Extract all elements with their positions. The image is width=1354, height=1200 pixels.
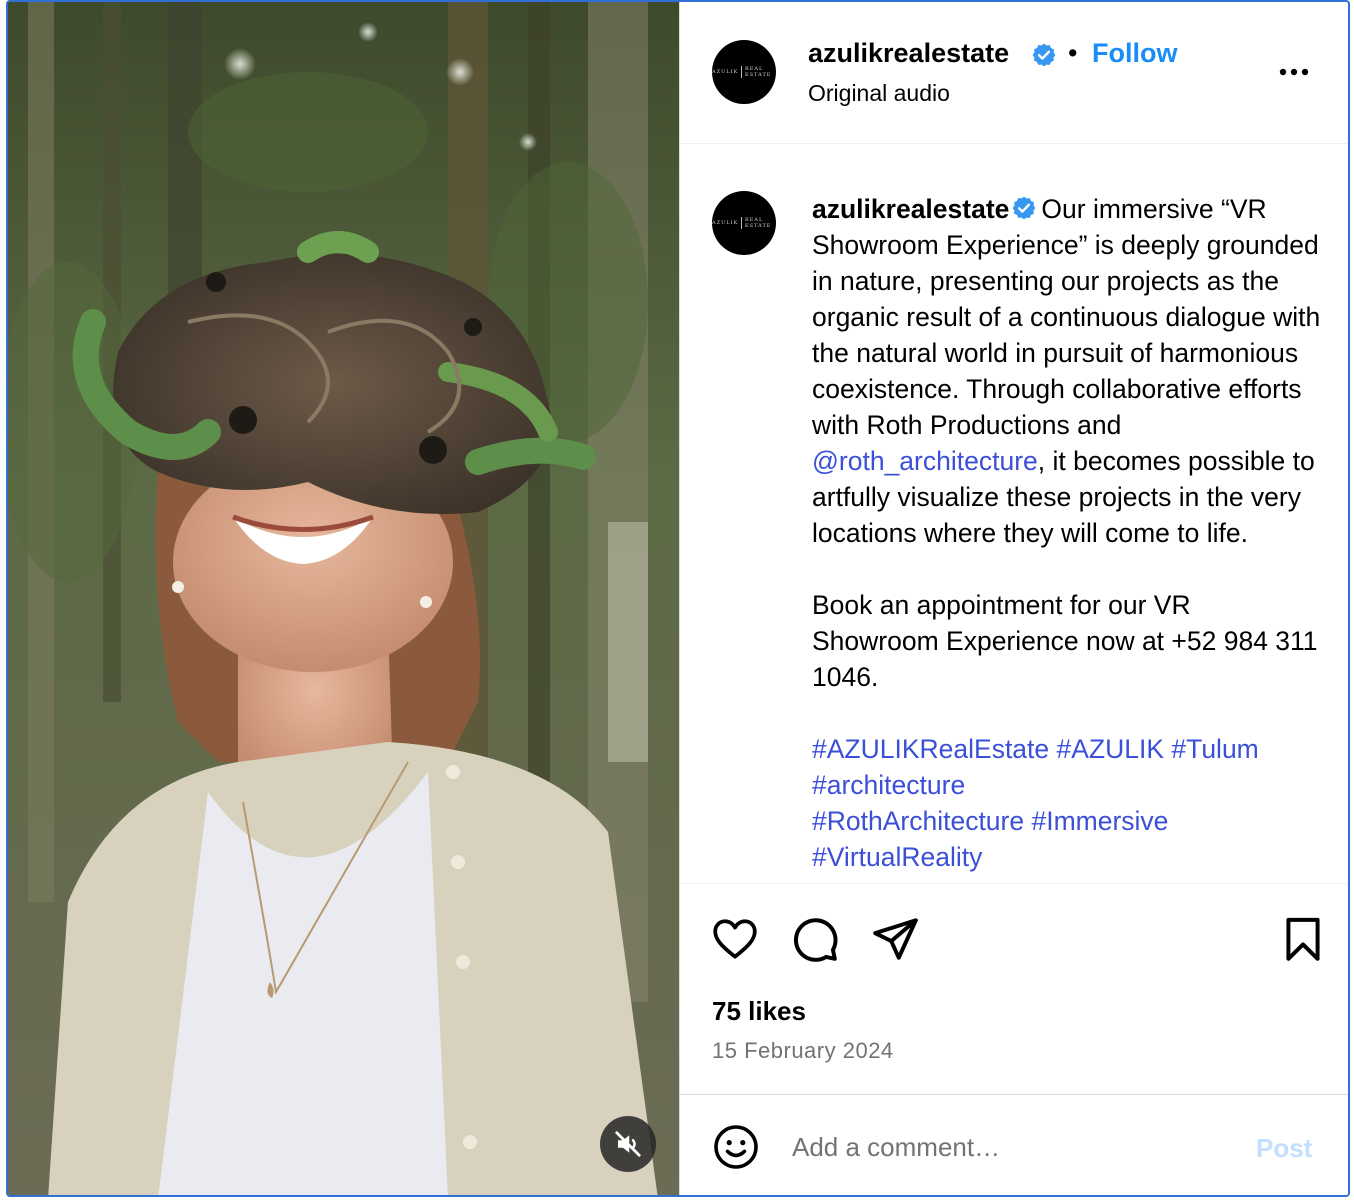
post-comment-button[interactable]: Post [1256, 1133, 1312, 1164]
post-actions: 75 likes 15 February 2024 [680, 884, 1348, 1094]
hashtags-link-line1[interactable]: #AZULIKRealEstate #AZULIK #Tulum [812, 734, 1259, 764]
heart-icon[interactable] [710, 914, 760, 964]
post-video[interactable] [8, 2, 679, 1195]
username-link[interactable]: azulikrealestate [808, 38, 1009, 69]
hashtags-link-line3[interactable]: #RothArchitecture #Immersive #VirtualRea… [812, 806, 1176, 872]
likes-count[interactable]: 75 likes [712, 996, 806, 1027]
comment-icon[interactable] [790, 914, 840, 964]
comment-input[interactable] [792, 1125, 1232, 1169]
video-frame-image [8, 2, 679, 1195]
muted-speaker-icon [615, 1131, 641, 1157]
post-dialog: AZULIK REAL ESTATE azulikrealestate • Fo… [6, 0, 1350, 1197]
caption-username-link[interactable]: azulikrealestate [812, 194, 1009, 224]
follow-button[interactable]: Follow [1092, 38, 1177, 69]
comment-bar: Post [680, 1094, 1348, 1195]
caption-body-part1: Our immersive “VR Showroom Experience” i… [812, 194, 1328, 440]
mute-toggle-button[interactable] [600, 1116, 656, 1172]
header-separator: • [1068, 38, 1078, 68]
avatar-logo-divider [741, 217, 742, 229]
avatar-logo-sub: REAL ESTATE [745, 217, 772, 229]
verified-badge-icon [1013, 196, 1036, 220]
bookmark-icon[interactable] [1278, 914, 1328, 964]
caption-text: azulikrealestate Our immersive “VR Showro… [812, 191, 1322, 875]
emoji-icon[interactable] [712, 1123, 760, 1171]
more-options-icon[interactable] [1274, 52, 1314, 92]
post-date: 15 February 2024 [712, 1038, 894, 1063]
avatar-logo-text: AZULIK [712, 220, 739, 226]
avatar-logo-sub: REAL ESTATE [745, 66, 772, 78]
caption-section: AZULIK REAL ESTATE azulikrealestate Our i… [680, 145, 1348, 883]
share-icon[interactable] [870, 914, 920, 964]
avatar-logo-divider [741, 66, 742, 78]
verified-badge-icon [1032, 43, 1056, 67]
avatar-logo-text: AZULIK [712, 69, 739, 75]
caption-avatar[interactable]: AZULIK REAL ESTATE [712, 191, 776, 255]
caption-body-part2: , it becomes possible to artfully visual… [812, 446, 1318, 692]
hashtags-link-line2[interactable]: #architecture [812, 770, 965, 800]
post-header: AZULIK REAL ESTATE azulikrealestate • Fo… [680, 2, 1348, 144]
avatar[interactable]: AZULIK REAL ESTATE [712, 40, 776, 104]
post-side-panel: AZULIK REAL ESTATE azulikrealestate • Fo… [680, 2, 1348, 1195]
mention-link[interactable]: @roth_architecture [812, 446, 1038, 476]
audio-link[interactable]: Original audio [808, 80, 950, 107]
